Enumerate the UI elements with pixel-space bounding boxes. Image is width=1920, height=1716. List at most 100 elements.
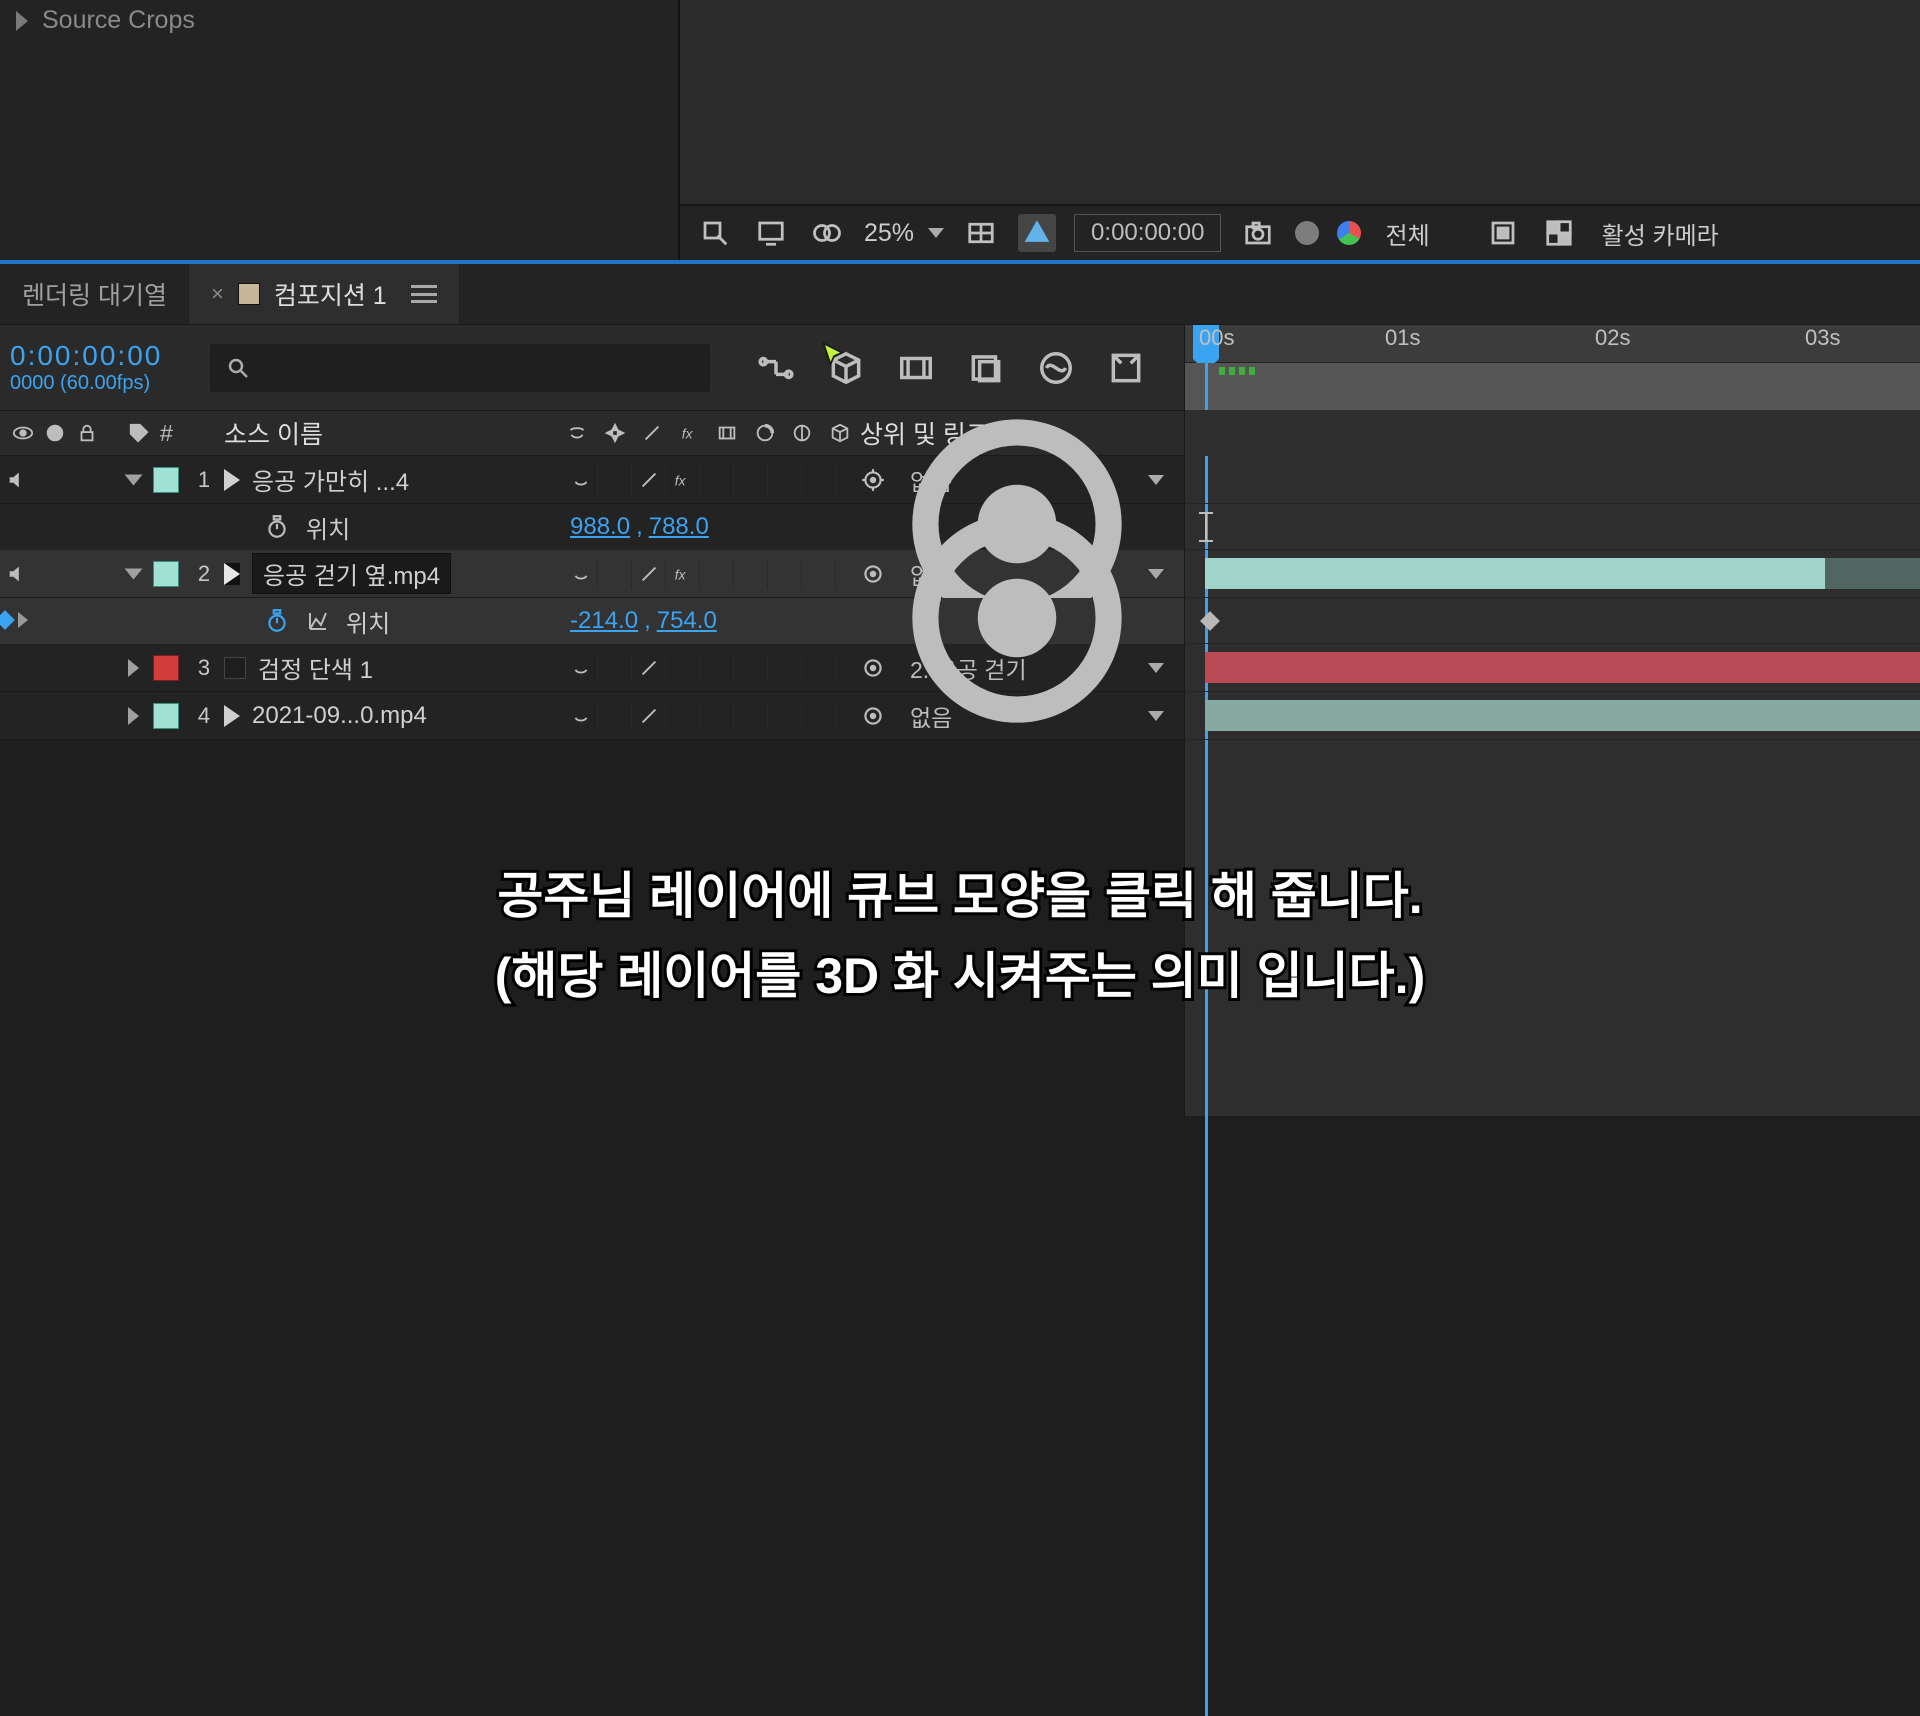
close-icon[interactable]: ×: [211, 281, 224, 307]
fx-switch[interactable]: [666, 701, 700, 731]
layer-bar-out[interactable]: [1825, 558, 1920, 589]
3d-switch[interactable]: [802, 653, 836, 683]
collapse-switch[interactable]: [598, 465, 632, 495]
shy-switch-header-icon[interactable]: [564, 418, 592, 448]
layer-bar[interactable]: [1205, 652, 1920, 683]
fx-switch[interactable]: [666, 653, 700, 683]
expression-pickwhip-icon[interactable]: [860, 758, 1174, 780]
solo-header-icon[interactable]: [44, 422, 66, 444]
channel-icon[interactable]: [1295, 221, 1319, 245]
comp-flowchart-icon[interactable]: [754, 346, 798, 390]
keyframe-diamond-icon[interactable]: [0, 610, 15, 630]
expand-icon[interactable]: [125, 474, 143, 485]
lock-header-icon[interactable]: [76, 422, 98, 444]
adjust-switch[interactable]: [768, 653, 802, 683]
adjust-switch[interactable]: [768, 559, 802, 589]
fx-switch-header-icon[interactable]: fx: [677, 418, 705, 448]
track-row[interactable]: [1185, 504, 1920, 550]
fx-switch[interactable]: fx: [666, 559, 700, 589]
label-chip[interactable]: [153, 703, 179, 729]
shy-switch[interactable]: [564, 559, 598, 589]
preview-timecode[interactable]: 0:00:00:00: [1074, 214, 1221, 252]
frameblend-switch[interactable]: [700, 465, 734, 495]
3d-switch-header-icon[interactable]: [827, 418, 855, 448]
project-item[interactable]: Source Crops: [0, 0, 678, 41]
quality-switch[interactable]: [632, 559, 666, 589]
expand-icon[interactable]: [125, 568, 143, 579]
layer-bar[interactable]: [1205, 700, 1920, 731]
3d-switch[interactable]: [802, 465, 836, 495]
rgb-channels-icon[interactable]: [1337, 221, 1361, 245]
label-chip[interactable]: [153, 561, 179, 587]
motionblur-switch[interactable]: [734, 653, 768, 683]
panel-menu-icon[interactable]: [411, 285, 437, 303]
frameblend-switch[interactable]: [700, 653, 734, 683]
motionblur-switch[interactable]: [734, 559, 768, 589]
frameblend-switch[interactable]: [700, 559, 734, 589]
timeline-tracks[interactable]: [1184, 456, 1920, 1116]
transparency-grid-icon[interactable]: [1540, 214, 1578, 252]
time-ruler[interactable]: 00s 01s 02s 03s: [1184, 325, 1920, 410]
motionblur-switch-header-icon[interactable]: [752, 418, 780, 448]
current-time[interactable]: 0:00:00:00: [10, 340, 210, 372]
expand-icon[interactable]: [128, 659, 139, 677]
collapse-switch[interactable]: [598, 701, 632, 731]
layer-name[interactable]: 검정 단색 1: [258, 650, 373, 685]
motionblur-switch[interactable]: [734, 465, 768, 495]
monitor-icon[interactable]: [752, 214, 790, 252]
label-chip[interactable]: [153, 467, 179, 493]
adjust-switch[interactable]: [768, 701, 802, 731]
property-value-y[interactable]: 788.0: [649, 513, 709, 541]
track-row[interactable]: [1185, 456, 1920, 504]
safe-zones-icon[interactable]: [962, 214, 1000, 252]
search-input[interactable]: [260, 355, 694, 381]
zoom-select[interactable]: 25%: [864, 219, 944, 248]
property-value-x[interactable]: -214.0: [570, 607, 638, 635]
expand-icon[interactable]: [128, 707, 139, 725]
stopwatch-icon[interactable]: [264, 608, 290, 634]
tab-composition[interactable]: × 컴포지션 1: [189, 264, 459, 324]
3d-switch[interactable]: [802, 559, 836, 589]
next-keyframe-icon[interactable]: [18, 612, 28, 628]
region-icon[interactable]: [1484, 214, 1522, 252]
magnify-icon[interactable]: [696, 214, 734, 252]
keyframe-icon[interactable]: [1200, 611, 1220, 631]
shy-switch[interactable]: [564, 653, 598, 683]
label-chip[interactable]: [153, 655, 179, 681]
current-time-box[interactable]: 0:00:00:00 0000 (60.00fps): [0, 340, 210, 395]
mask-path-icon[interactable]: [1018, 214, 1056, 252]
track-row[interactable]: [1185, 598, 1920, 644]
fx-switch[interactable]: fx: [666, 465, 700, 495]
frameblend-switch-header-icon[interactable]: [714, 418, 742, 448]
layer-name[interactable]: 응공 가만히 ...4: [252, 462, 409, 497]
shy-switch[interactable]: [564, 701, 598, 731]
graph-icon[interactable]: [306, 609, 330, 633]
track-row[interactable]: [1185, 644, 1920, 692]
adjust-switch[interactable]: [768, 465, 802, 495]
shy-switch[interactable]: [564, 465, 598, 495]
layer-bar[interactable]: [1205, 558, 1825, 589]
layer-name[interactable]: 2021-09...0.mp4: [252, 702, 427, 730]
mask-toggle-icon[interactable]: [808, 214, 846, 252]
snapshot-icon[interactable]: [1239, 214, 1277, 252]
quality-switch[interactable]: [632, 653, 666, 683]
quality-switch[interactable]: [632, 465, 666, 495]
camera-select[interactable]: 활성 카메라: [1596, 216, 1725, 251]
adjustlayer-switch-header-icon[interactable]: [789, 418, 817, 448]
audio-icon[interactable]: [6, 469, 28, 491]
3d-switch[interactable]: [802, 701, 836, 731]
resolution-select[interactable]: 전체: [1379, 216, 1465, 251]
eye-header-icon[interactable]: [12, 422, 34, 444]
audio-icon[interactable]: [6, 563, 28, 585]
layer-name[interactable]: 응공 걷기 옆.mp4: [252, 553, 451, 594]
source-name-header[interactable]: 소스 이름: [224, 415, 564, 451]
property-value-x[interactable]: 988.0: [570, 513, 630, 541]
track-row[interactable]: [1185, 692, 1920, 740]
twirl-icon[interactable]: [16, 11, 28, 31]
quality-switch[interactable]: [632, 701, 666, 731]
tab-render-queue[interactable]: 렌더링 대기열: [0, 264, 189, 324]
stopwatch-icon[interactable]: [264, 514, 290, 540]
quality-switch-header-icon[interactable]: [639, 418, 667, 448]
cti-line[interactable]: [1205, 363, 1208, 410]
collapse-switch[interactable]: [598, 653, 632, 683]
